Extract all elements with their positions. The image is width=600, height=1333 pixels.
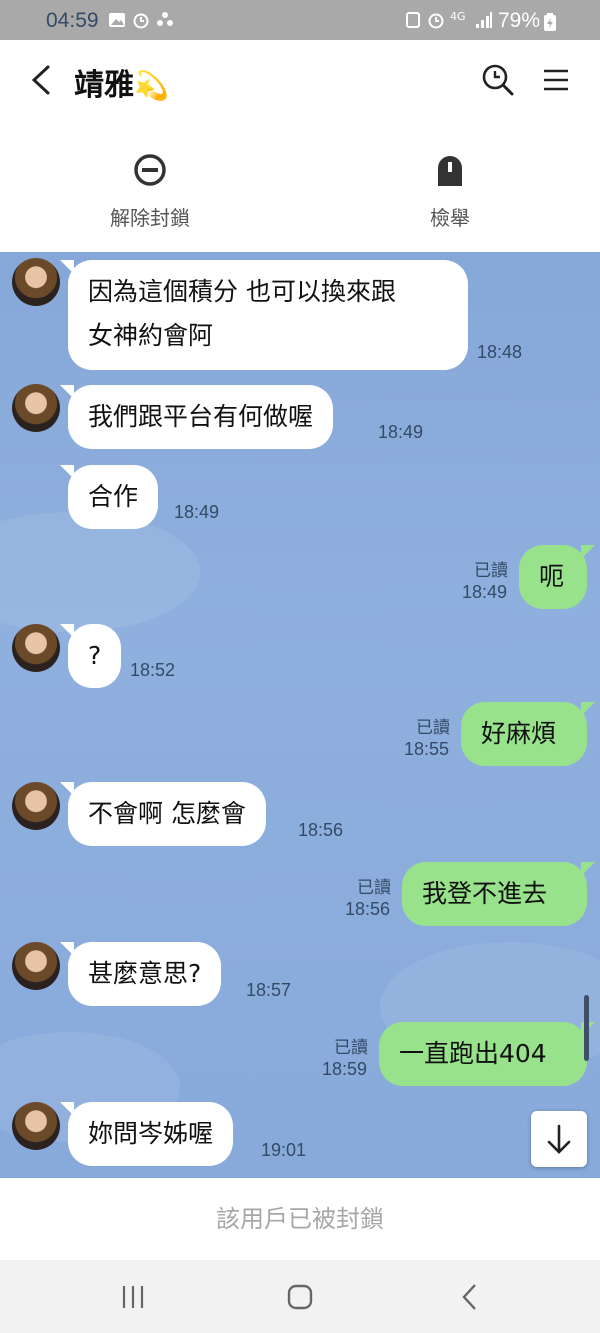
chat-area[interactable]: 因為這個積分 也可以換來跟 女神約會阿 18:48 我們跟平台有何做喔 18:4… (0, 252, 600, 1178)
contact-name-text: 靖雅 (74, 68, 134, 103)
contact-emoji: 💫 (134, 69, 169, 102)
network-label: 4G (450, 10, 466, 23)
contact-avatar[interactable] (12, 624, 60, 672)
system-nav-bar (0, 1260, 600, 1333)
message-time: 18:49 (462, 582, 508, 602)
alarm-icon-right (427, 10, 445, 29)
contact-avatar[interactable] (12, 384, 60, 432)
menu-button[interactable] (538, 62, 574, 98)
contact-avatar[interactable] (12, 782, 60, 830)
message-text: 呃 (539, 562, 565, 591)
system-back-button[interactable] (456, 1282, 486, 1312)
message-bubble-outgoing[interactable]: 好麻煩 (461, 702, 595, 766)
minus-circle-icon (134, 154, 166, 186)
gallery-icon (108, 10, 126, 28)
message-line: 女神約會阿 (88, 321, 214, 350)
report-label: 檢舉 (430, 206, 470, 230)
message-time: 18:49 (174, 502, 220, 522)
alarm-icon (132, 10, 150, 29)
home-icon (287, 1284, 313, 1310)
status-time: 04:59 (46, 9, 99, 32)
message-text: 好麻煩 (481, 719, 557, 748)
report-ghost-icon (438, 156, 462, 186)
message-text: 合作 (88, 482, 139, 511)
message-time: 19:01 (261, 1140, 307, 1160)
scroll-to-bottom-button[interactable] (531, 1111, 587, 1167)
unblock-button[interactable]: 解除封鎖 (75, 152, 225, 231)
message-bubble-incoming[interactable]: 不會啊 怎麼會 (60, 782, 266, 846)
message-text: ? (88, 641, 102, 670)
message-time: 18:52 (130, 660, 176, 680)
message-text: 甚麼意思? (88, 959, 202, 988)
contact-name: 靖雅💫 (74, 60, 169, 104)
battery-percent: 79% (498, 9, 541, 32)
message-bubble-outgoing[interactable]: 呃 (519, 545, 595, 609)
recycle-icon (404, 10, 422, 28)
contact-avatar[interactable] (12, 258, 60, 306)
message-time: 18:48 (477, 342, 523, 362)
unblock-label: 解除封鎖 (110, 206, 190, 230)
message-bubble-incoming[interactable]: 因為這個積分 也可以換來跟 女神約會阿 (60, 260, 468, 370)
read-receipt: 已讀 (357, 878, 391, 898)
report-button[interactable]: 檢舉 (375, 152, 525, 231)
message-text: 妳問岑姊喔 (88, 1119, 214, 1148)
home-button[interactable] (285, 1282, 315, 1312)
recent-apps-button[interactable] (118, 1282, 148, 1312)
message-text: 一直跑出404 (399, 1039, 547, 1068)
read-receipt: 已讀 (474, 561, 508, 581)
bg-cloud (0, 512, 200, 632)
chevron-left-icon (31, 65, 50, 95)
status-left-icons (108, 10, 174, 29)
contact-avatar[interactable] (12, 1102, 60, 1150)
message-time: 18:59 (322, 1059, 368, 1079)
arrow-down-icon (547, 1124, 571, 1154)
blocked-notice: 該用戶已被封鎖 (0, 1178, 600, 1260)
clock-search-icon (482, 64, 514, 96)
game-icon (156, 10, 174, 28)
message-time: 18:49 (378, 422, 424, 442)
status-right-icons: 4G (404, 10, 493, 29)
hamburger-menu-icon (544, 69, 568, 91)
message-bubble-outgoing[interactable]: 一直跑出404 (379, 1022, 595, 1086)
read-receipt: 已讀 (334, 1038, 368, 1058)
action-bar: 解除封鎖 檢舉 (0, 124, 600, 252)
message-time: 18:57 (246, 980, 292, 1000)
message-text: 我們跟平台有何做喔 (88, 402, 314, 431)
message-text: 我登不進去 (422, 879, 548, 908)
message-text: 不會啊 怎麼會 (88, 799, 246, 828)
back-button[interactable] (28, 64, 56, 96)
chat-scrollbar[interactable] (584, 995, 589, 1061)
read-receipt: 已讀 (416, 718, 450, 738)
recent-apps-icon (122, 1286, 144, 1308)
message-time: 18:55 (404, 739, 450, 759)
message-bubble-incoming[interactable]: 妳問岑姊喔 (59, 1102, 234, 1166)
message-bubble-incoming[interactable]: 合作 (59, 465, 159, 529)
status-bar: 04:59 4G 79% (0, 0, 600, 40)
search-button[interactable] (480, 62, 516, 98)
message-bubble-incoming[interactable]: ? (59, 624, 122, 688)
signal-icon (475, 10, 493, 28)
chat-header: 靖雅💫 (0, 40, 600, 124)
message-bubble-outgoing[interactable]: 我登不進去 (402, 862, 595, 926)
contact-avatar[interactable] (12, 942, 60, 990)
message-line: 因為這個積分 也可以換來跟 (88, 277, 396, 306)
message-bubble-incoming[interactable]: 甚麼意思? (59, 942, 222, 1006)
message-bubble-incoming[interactable]: 我們跟平台有何做喔 (59, 385, 334, 449)
battery-icon (544, 12, 556, 36)
system-back-icon (462, 1284, 476, 1310)
message-time: 18:56 (345, 899, 391, 919)
message-time: 18:56 (298, 820, 344, 840)
